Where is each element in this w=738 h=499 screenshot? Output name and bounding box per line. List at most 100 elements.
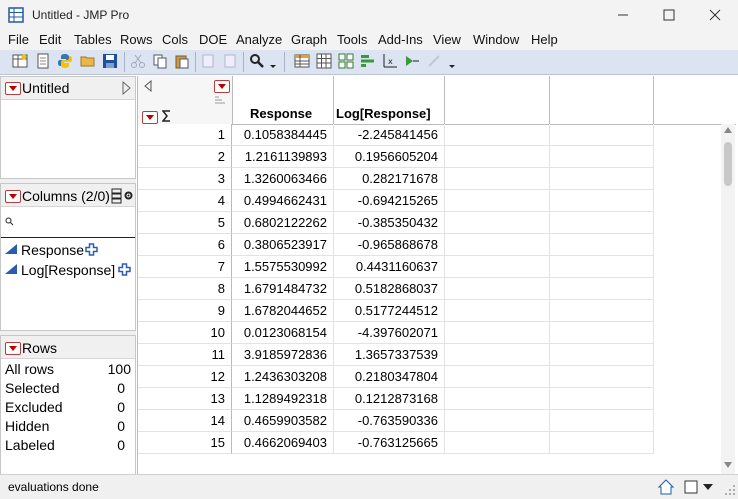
column-header-response[interactable]: Response xyxy=(232,76,334,125)
menu-rows[interactable]: Rows xyxy=(120,32,153,47)
row-number[interactable]: 10 xyxy=(138,322,232,344)
search-icon[interactable] xyxy=(249,53,265,69)
menu-tools[interactable]: Tools xyxy=(337,32,367,47)
empty-cell[interactable] xyxy=(445,212,550,234)
menu-analyze[interactable]: Analyze xyxy=(236,32,282,47)
chevron-down-icon[interactable] xyxy=(269,53,277,69)
table-cell[interactable]: 0.5177244512 xyxy=(334,300,445,322)
gear-icon[interactable] xyxy=(123,190,134,201)
empty-column-header[interactable] xyxy=(654,76,736,125)
empty-cell[interactable] xyxy=(550,366,654,388)
menu-add-ins[interactable]: Add-Ins xyxy=(378,32,423,47)
menu-edit[interactable]: Edit xyxy=(39,32,61,47)
scroll-up-icon[interactable] xyxy=(724,127,732,133)
chevron-down-icon[interactable] xyxy=(448,53,456,69)
empty-cell[interactable] xyxy=(445,190,550,212)
red-triangle-menu-icon[interactable] xyxy=(142,111,158,124)
empty-cell[interactable] xyxy=(550,388,654,410)
menu-window[interactable]: Window xyxy=(473,32,519,47)
row-number[interactable]: 4 xyxy=(138,190,232,212)
empty-cell[interactable] xyxy=(550,300,654,322)
row-number[interactable]: 9 xyxy=(138,300,232,322)
minimize-button[interactable] xyxy=(600,0,646,30)
empty-cell[interactable] xyxy=(550,322,654,344)
new-table-icon[interactable] xyxy=(12,53,28,69)
window-list-icon[interactable] xyxy=(684,480,698,494)
bar-chart-icon[interactable] xyxy=(360,53,376,69)
row-number[interactable]: 8 xyxy=(138,278,232,300)
scroll-down-icon[interactable] xyxy=(724,462,732,468)
menu-help[interactable]: Help xyxy=(531,32,558,47)
layout-icon[interactable] xyxy=(338,53,354,69)
table-cell[interactable]: -2.245841456 xyxy=(334,124,445,146)
empty-cell[interactable] xyxy=(445,388,550,410)
menu-tables[interactable]: Tables xyxy=(74,32,112,47)
table-cell[interactable]: 1.1289492318 xyxy=(232,388,334,410)
home-icon[interactable] xyxy=(658,479,674,495)
row-number[interactable]: 5 xyxy=(138,212,232,234)
python-icon[interactable] xyxy=(57,53,73,69)
row-number[interactable]: 13 xyxy=(138,388,232,410)
empty-cell[interactable] xyxy=(550,124,654,146)
red-triangle-menu-icon[interactable] xyxy=(214,80,230,93)
table-cell[interactable]: 0.2180347804 xyxy=(334,366,445,388)
red-triangle-menu-icon[interactable] xyxy=(5,190,21,203)
table-cell[interactable]: -0.385350432 xyxy=(334,212,445,234)
column-list-icon[interactable] xyxy=(111,188,122,204)
menu-view[interactable]: View xyxy=(433,32,461,47)
row-number[interactable]: 7 xyxy=(138,256,232,278)
table-cell[interactable]: 0.4659903582 xyxy=(232,410,334,432)
table-cell[interactable]: 0.0123068154 xyxy=(232,322,334,344)
row-number[interactable]: 15 xyxy=(138,432,232,454)
red-triangle-menu-icon[interactable] xyxy=(5,342,21,355)
table-cell[interactable]: 0.1212873168 xyxy=(334,388,445,410)
table-cell[interactable]: 1.3657337539 xyxy=(334,344,445,366)
table-cell[interactable]: -0.763590336 xyxy=(334,410,445,432)
table-cell[interactable]: 0.5182868037 xyxy=(334,278,445,300)
row-number[interactable]: 6 xyxy=(138,234,232,256)
column-list-item[interactable]: Response xyxy=(1,240,135,260)
table-cell[interactable]: 1.6791484732 xyxy=(232,278,334,300)
table-cell[interactable]: -0.965868678 xyxy=(334,234,445,256)
fit-model-icon[interactable] xyxy=(404,53,420,69)
empty-cell[interactable] xyxy=(445,300,550,322)
sigma-icon[interactable] xyxy=(162,110,172,122)
distribution-icon[interactable]: x xyxy=(382,53,398,69)
table-cell[interactable]: 0.4994662431 xyxy=(232,190,334,212)
empty-cell[interactable] xyxy=(445,344,550,366)
table-cell[interactable]: 0.4431160637 xyxy=(334,256,445,278)
table-cell[interactable]: 1.3260063466 xyxy=(232,168,334,190)
open-folder-icon[interactable] xyxy=(80,53,96,69)
table-cell[interactable]: 0.3806523917 xyxy=(232,234,334,256)
table-cell[interactable]: 0.1058384445 xyxy=(232,124,334,146)
empty-cell[interactable] xyxy=(550,256,654,278)
scrollbar-thumb[interactable] xyxy=(724,142,732,186)
row-number[interactable]: 12 xyxy=(138,366,232,388)
menu-cols[interactable]: Cols xyxy=(162,32,188,47)
empty-cell[interactable] xyxy=(445,322,550,344)
table-cell[interactable]: 1.6782044652 xyxy=(232,300,334,322)
table-cell[interactable]: 1.2161139893 xyxy=(232,146,334,168)
data-table-icon[interactable] xyxy=(294,53,310,69)
table-cell[interactable]: -0.763125665 xyxy=(334,432,445,454)
resize-grip-icon[interactable] xyxy=(724,484,736,496)
chevron-down-icon[interactable] xyxy=(703,484,713,490)
copy-icon[interactable] xyxy=(152,53,168,69)
table-cell[interactable]: 1.5575530992 xyxy=(232,256,334,278)
empty-cell[interactable] xyxy=(445,124,550,146)
empty-cell[interactable] xyxy=(550,234,654,256)
cut-icon[interactable] xyxy=(130,53,146,69)
empty-cell[interactable] xyxy=(445,168,550,190)
empty-cell[interactable] xyxy=(550,432,654,454)
grid-icon[interactable] xyxy=(316,53,332,69)
empty-cell[interactable] xyxy=(445,278,550,300)
empty-cell[interactable] xyxy=(550,344,654,366)
vertical-scrollbar[interactable] xyxy=(721,124,735,474)
column-list-item[interactable]: Log[Response] xyxy=(1,260,135,280)
row-number[interactable]: 2 xyxy=(138,146,232,168)
chevron-right-icon[interactable] xyxy=(122,81,131,95)
menu-file[interactable]: File xyxy=(8,32,29,47)
table-cell[interactable]: 1.2436303208 xyxy=(232,366,334,388)
empty-cell[interactable] xyxy=(445,234,550,256)
chevron-left-icon[interactable] xyxy=(144,80,152,92)
